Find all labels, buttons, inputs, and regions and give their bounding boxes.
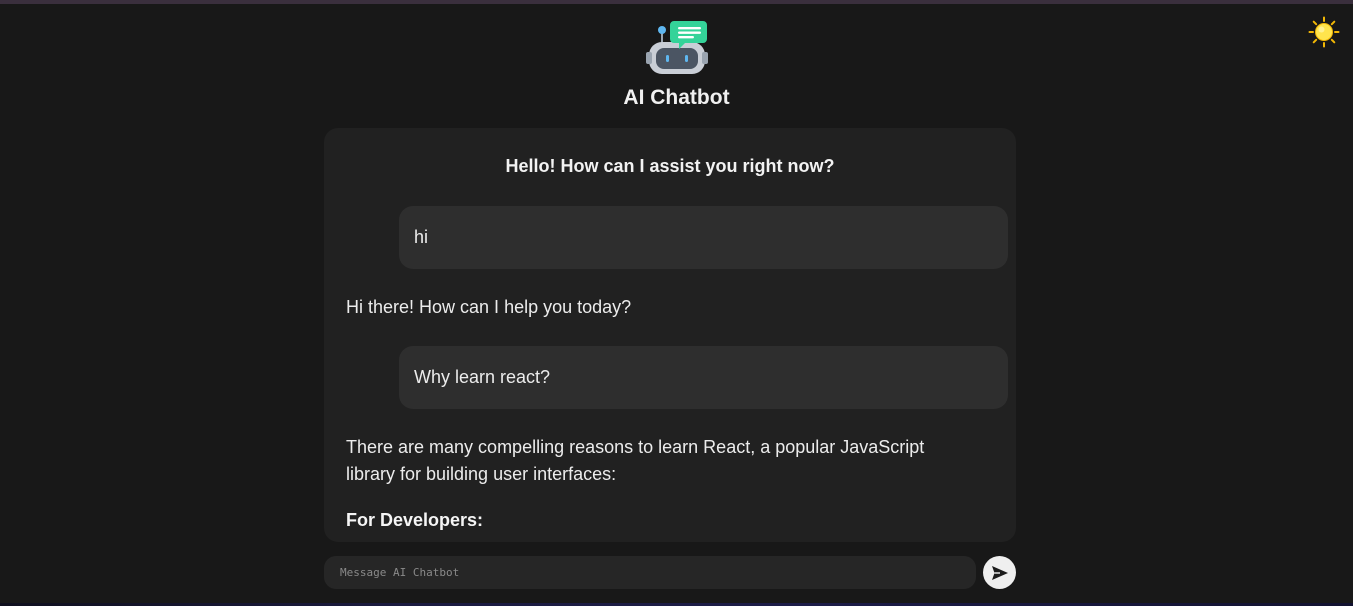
chat-panel[interactable]: Hello! How can I assist you right now? h… (324, 128, 1016, 542)
message-input[interactable] (324, 556, 976, 589)
bot-message: Hi there! How can I help you today? (346, 297, 632, 317)
user-message: Why learn react? (399, 346, 1008, 409)
app-title: AI Chatbot (623, 86, 730, 109)
send-arrow-icon (991, 565, 1008, 580)
user-message: hi (399, 206, 1008, 269)
window-top-strip (0, 0, 1353, 4)
send-button[interactable] (983, 556, 1016, 589)
bot-message: There are many compelling reasons to lea… (346, 437, 925, 484)
app-header: AI Chatbot (0, 18, 1353, 110)
bot-message-heading: For Developers: (346, 510, 484, 530)
welcome-message: Hello! How can I assist you right now? (505, 156, 835, 176)
robot-chat-icon (645, 21, 708, 74)
